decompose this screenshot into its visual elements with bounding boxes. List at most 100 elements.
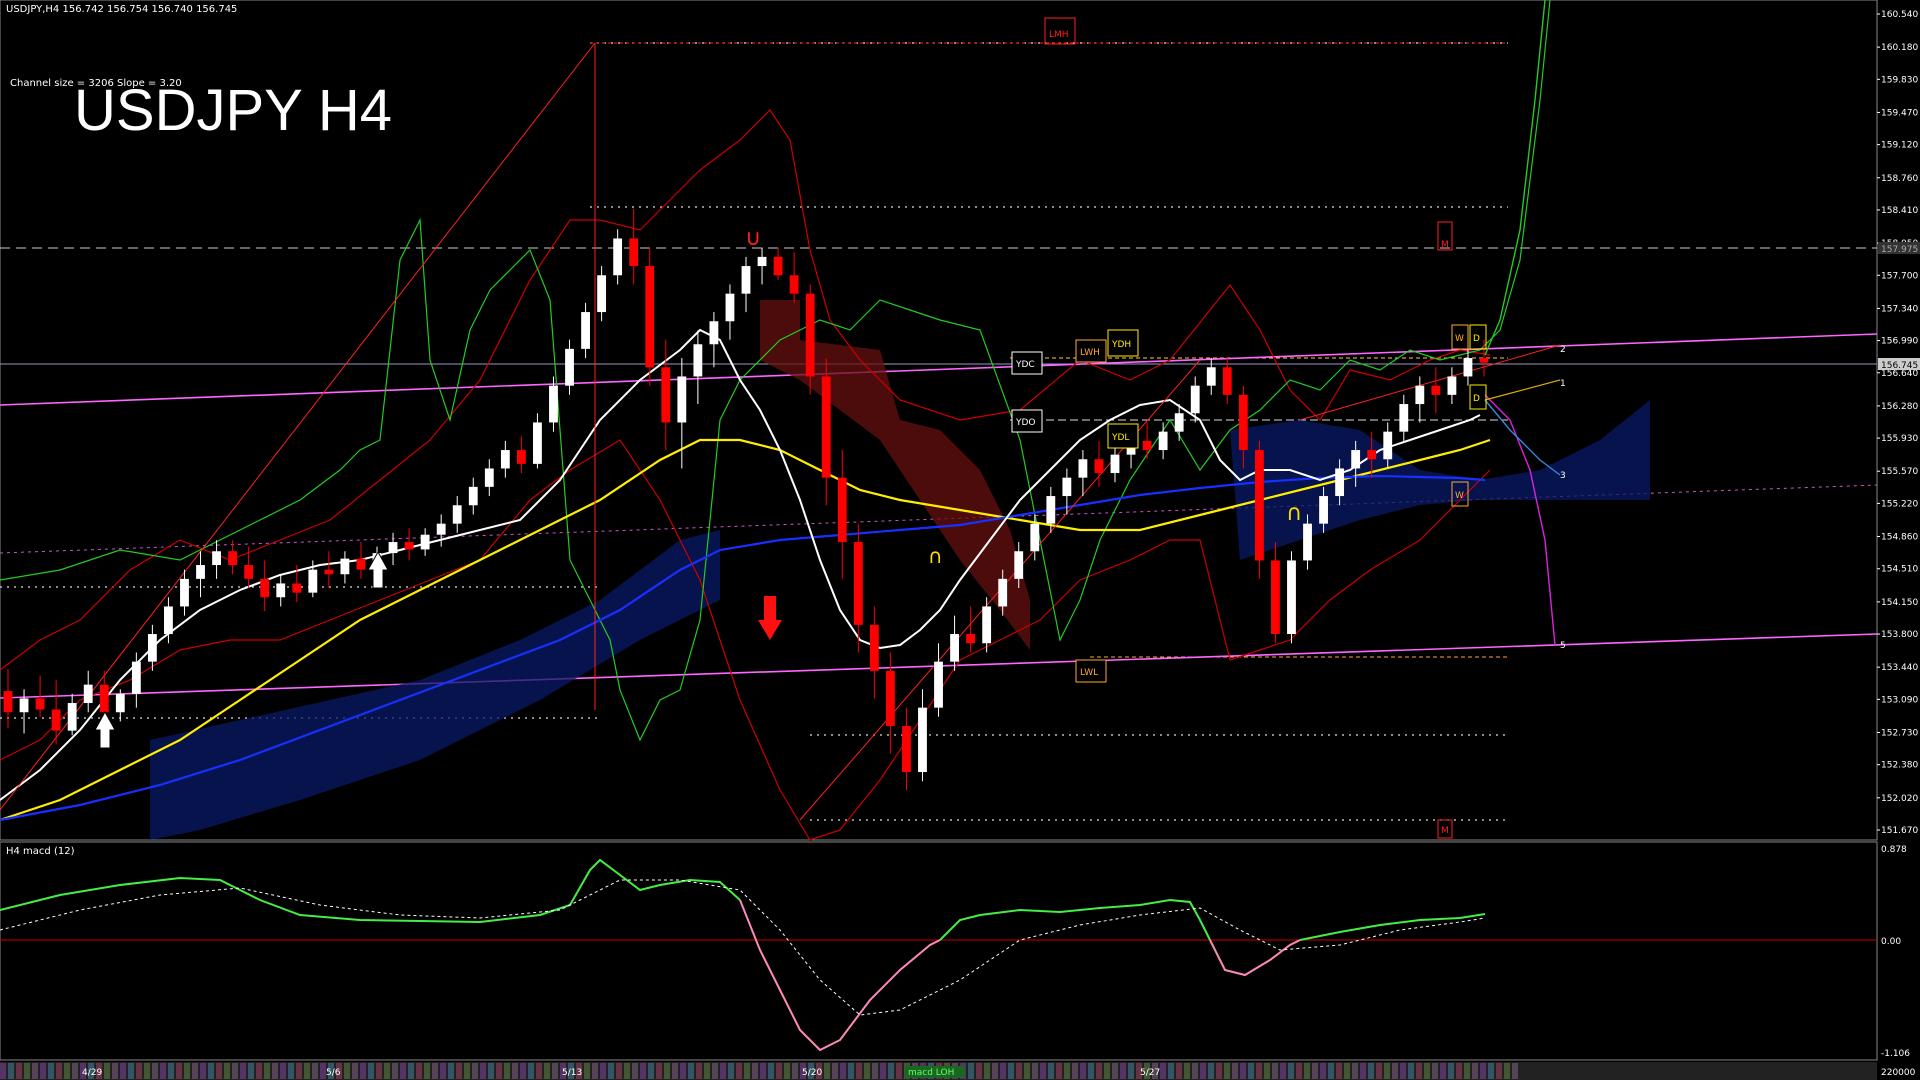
date-stripe [1472, 1063, 1478, 1079]
candle-body [1303, 523, 1312, 561]
projection-magenta [1484, 394, 1556, 646]
price-label: 153.090 [1881, 695, 1918, 705]
date-stripe [40, 1063, 46, 1079]
candle-body [260, 578, 270, 598]
candle-body [1447, 376, 1457, 395]
candle-body [356, 558, 366, 570]
tag-d-top-text: D [1473, 334, 1480, 344]
date-stripe [104, 1063, 110, 1079]
date-stripe [1312, 1063, 1318, 1079]
price-label: 157.700 [1881, 271, 1918, 281]
macd-main-green-a [0, 858, 741, 924]
date-stripe [1072, 1063, 1078, 1079]
date-stripe [888, 1063, 894, 1079]
candle-body [869, 624, 879, 671]
candle-body [131, 661, 141, 694]
candle-body [244, 565, 254, 579]
date-stripe [464, 1063, 470, 1079]
candle-body [308, 569, 318, 593]
candle-body [292, 583, 302, 593]
candle-body [212, 551, 221, 566]
date-stripe [712, 1063, 718, 1079]
date-stripe [424, 1063, 430, 1079]
price-label: 152.730 [1881, 728, 1918, 738]
macd-main-green-b [939, 898, 1211, 941]
date-stripe [768, 1063, 774, 1079]
candle-body [998, 578, 1008, 607]
date-stripe [864, 1063, 870, 1079]
date-stripe [1448, 1063, 1454, 1079]
date-stripe [472, 1063, 478, 1079]
candle-body [1479, 358, 1489, 363]
date-stripe [128, 1063, 134, 1079]
date-stripe [384, 1063, 390, 1079]
date-stripe [400, 1063, 406, 1079]
candle-body [1142, 440, 1152, 451]
tag-lmh-text: LMH [1049, 30, 1069, 40]
price-label: 158.760 [1881, 174, 1918, 184]
date-stripe [784, 1063, 790, 1079]
date-stripe [1288, 1063, 1294, 1079]
date-stripe [1480, 1063, 1486, 1079]
date-stripe [1080, 1063, 1086, 1079]
date-stripe [896, 1063, 902, 1079]
price-label: 160.180 [1881, 43, 1918, 53]
date-stripe [432, 1063, 438, 1079]
date-stripe [1416, 1063, 1422, 1079]
date-stripe [136, 1063, 142, 1079]
candle-body [853, 542, 863, 625]
date-stripe [480, 1063, 486, 1079]
date-stripe [496, 1063, 502, 1079]
candle-body [1415, 385, 1425, 405]
price-label: 157.340 [1881, 304, 1918, 314]
candle-body [1062, 477, 1072, 497]
price-label: 156.280 [1881, 402, 1918, 412]
date-stripe [880, 1063, 886, 1079]
candle-body [147, 634, 157, 662]
candle-body [67, 703, 77, 731]
date-stripe [1392, 1063, 1398, 1079]
symbol-header: USDJPY,H4 156.742 156.754 156.740 156.74… [6, 4, 238, 15]
price-label: 156.990 [1881, 337, 1918, 347]
date-stripe [1224, 1063, 1230, 1079]
date-stripe [616, 1063, 622, 1079]
date-stripe [608, 1063, 614, 1079]
candle-body [1319, 496, 1328, 524]
tag-ydc: YDC [1011, 351, 1043, 375]
magnet-top-icon: ∪ [745, 226, 761, 251]
candle-body [1367, 450, 1377, 460]
chart-canvas[interactable]: ∪ ∩ ∩ LMH M M YDC YDO LWH YDH YDL LWL W [0, 0, 1920, 1080]
date-stripe [296, 1063, 302, 1079]
candle-body [1190, 385, 1200, 414]
date-stripe [24, 1063, 30, 1079]
date-stripe [640, 1063, 646, 1079]
tag-ydo-text: YDO [1015, 418, 1036, 428]
current-price-text: 156.745 [1881, 361, 1918, 371]
price-label: 155.220 [1881, 499, 1918, 509]
candle-body [388, 542, 398, 554]
date-label-5-27: 5/27 [1140, 1068, 1160, 1078]
date-stripe [448, 1063, 454, 1079]
candle-body [789, 275, 799, 294]
date-stripe [872, 1063, 878, 1079]
price-label: 153.440 [1881, 663, 1918, 673]
projection-blue [1484, 399, 1561, 476]
price-axis: 160.540 160.180 159.830 159.470 159.120 158.7… [1877, 10, 1918, 836]
date-stripe [1256, 1063, 1262, 1079]
date-stripe [392, 1063, 398, 1079]
date-stripe [1088, 1063, 1094, 1079]
date-stripe [1192, 1063, 1198, 1079]
date-stripe [992, 1063, 998, 1079]
date-stripe [272, 1063, 278, 1079]
date-stripe [584, 1063, 590, 1079]
price-label: 152.020 [1881, 794, 1918, 804]
candle-body [1206, 367, 1216, 386]
date-stripe [1384, 1063, 1390, 1079]
candle-body [902, 726, 911, 773]
date-stripe [600, 1063, 606, 1079]
date-stripe [1352, 1063, 1358, 1079]
candle-body [1383, 431, 1393, 460]
price-label: 154.860 [1881, 533, 1918, 543]
candle-body [677, 376, 687, 423]
tag-ydl-text: YDL [1111, 433, 1129, 443]
